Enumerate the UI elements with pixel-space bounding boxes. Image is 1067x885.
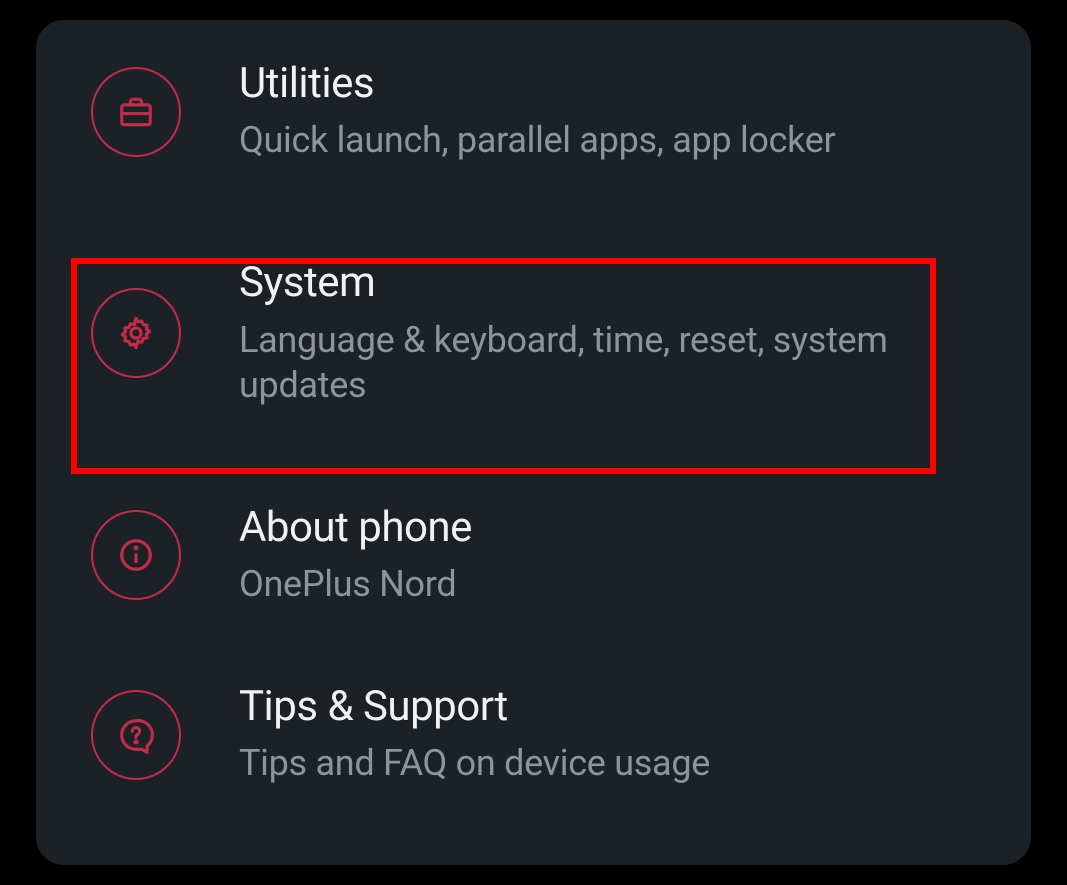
settings-item-title: About phone xyxy=(239,504,472,552)
settings-item-text: About phone OnePlus Nord xyxy=(239,504,472,607)
settings-item-subtitle: Language & keyboard, time, reset, system… xyxy=(239,318,959,408)
settings-item-subtitle: OnePlus Nord xyxy=(239,562,472,607)
settings-item-utilities[interactable]: Utilities Quick launch, parallel apps, a… xyxy=(36,60,1031,201)
settings-item-text: Utilities Quick launch, parallel apps, a… xyxy=(239,60,835,163)
settings-item-title: Utilities xyxy=(239,60,835,108)
settings-item-subtitle: Tips and FAQ on device usage xyxy=(239,741,710,786)
briefcase-icon xyxy=(91,67,181,157)
settings-item-tips-support[interactable]: Tips & Support Tips and FAQ on device us… xyxy=(36,645,1031,824)
help-icon xyxy=(91,690,181,780)
settings-item-title: System xyxy=(239,259,959,307)
settings-item-text: Tips & Support Tips and FAQ on device us… xyxy=(239,683,710,786)
settings-item-text: System Language & keyboard, time, reset,… xyxy=(239,259,959,407)
settings-panel: Utilities Quick launch, parallel apps, a… xyxy=(36,20,1031,865)
settings-item-title: Tips & Support xyxy=(239,683,710,731)
gear-icon xyxy=(91,288,181,378)
info-icon xyxy=(91,510,181,600)
settings-item-subtitle: Quick launch, parallel apps, app locker xyxy=(239,118,835,163)
settings-item-about-phone[interactable]: About phone OnePlus Nord xyxy=(36,466,1031,645)
settings-item-system[interactable]: System Language & keyboard, time, reset,… xyxy=(36,201,1031,465)
